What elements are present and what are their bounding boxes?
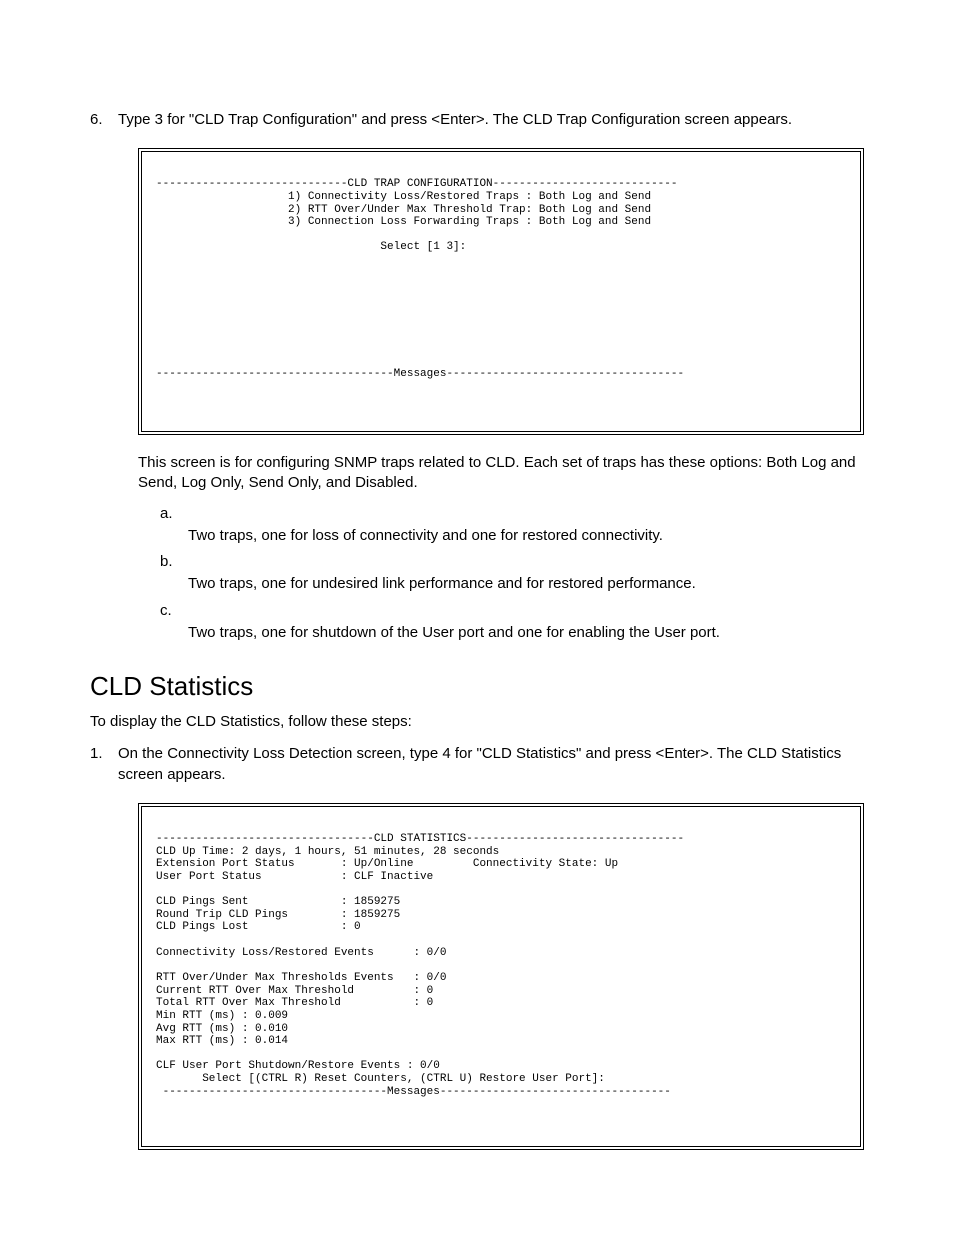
trap-config-description: This screen is for configuring SNMP trap…	[138, 453, 864, 494]
cld-stats-intro: To display the CLD Statistics, follow th…	[90, 712, 864, 732]
step-6: 6. Type 3 for "CLD Trap Configuration" a…	[90, 110, 864, 130]
terminal-cld-statistics: ---------------------------------CLD STA…	[138, 803, 864, 1150]
heading-cld-statistics: CLD Statistics	[90, 671, 864, 702]
trap-sub-b-desc: Two traps, one for undesired link perfor…	[188, 574, 864, 594]
step-6-text: Type 3 for "CLD Trap Configuration" and …	[118, 110, 864, 130]
step-1b: 1. On the Connectivity Loss Detection sc…	[90, 744, 864, 785]
trap-sub-c-desc: Two traps, one for shutdown of the User …	[188, 623, 864, 643]
trap-sub-b: b. Two traps, one for undesired link per…	[160, 552, 864, 595]
trap-sub-a: a. Two traps, one for loss of connectivi…	[160, 504, 864, 547]
trap-sub-c-label: c.	[160, 601, 864, 621]
terminal-cld-trap-config: -----------------------------CLD TRAP CO…	[138, 148, 864, 435]
step-1b-text: On the Connectivity Loss Detection scree…	[118, 744, 864, 785]
trap-sub-c: c. Two traps, one for shutdown of the Us…	[160, 601, 864, 644]
step-6-number: 6.	[90, 110, 118, 130]
trap-sub-a-label: a.	[160, 504, 864, 524]
trap-sub-a-desc: Two traps, one for loss of connectivity …	[188, 526, 864, 546]
trap-sub-list: a. Two traps, one for loss of connectivi…	[160, 504, 864, 644]
trap-sub-b-label: b.	[160, 552, 864, 572]
step-1b-number: 1.	[90, 744, 118, 785]
